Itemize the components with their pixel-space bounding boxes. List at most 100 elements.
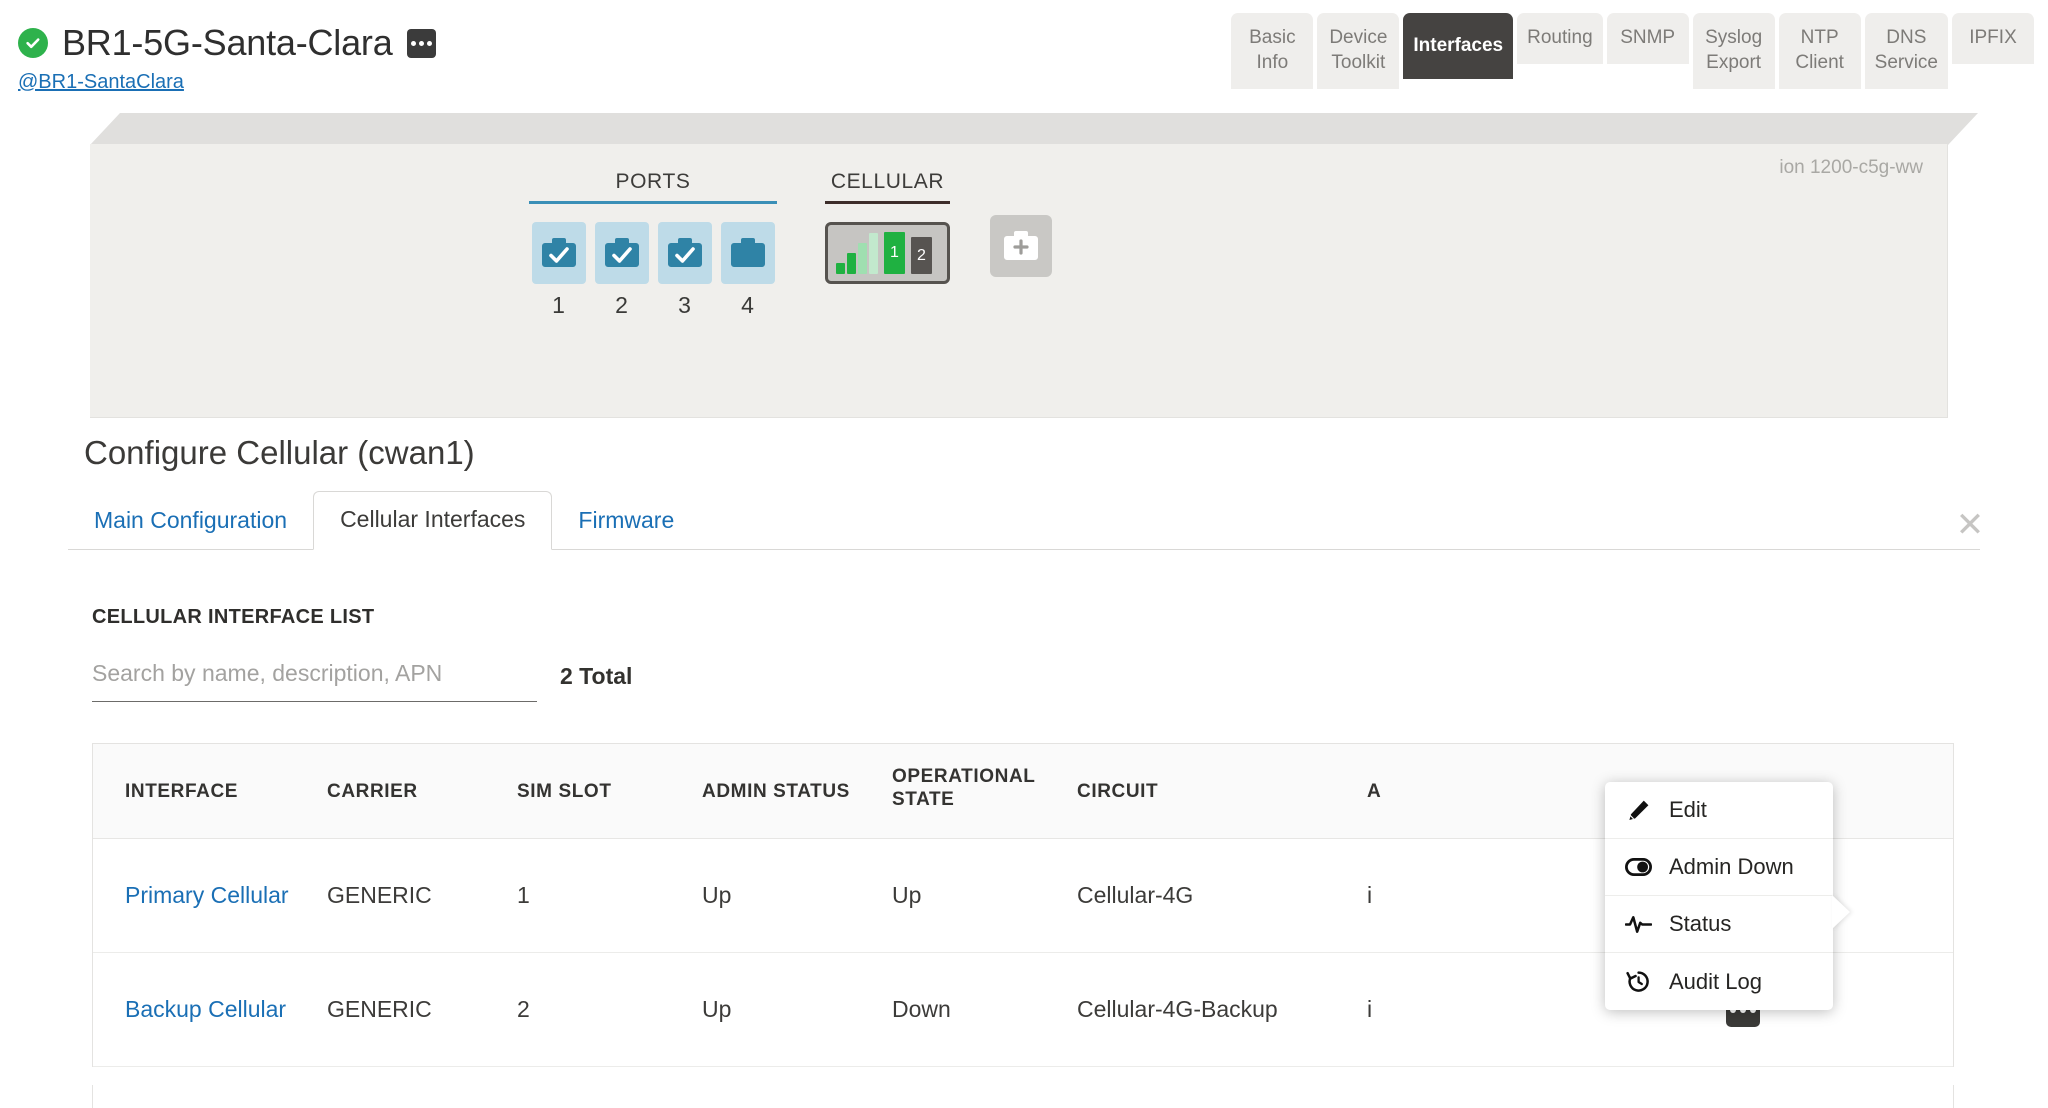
signal-bar-1: [836, 263, 845, 274]
port-number-3: 3: [678, 292, 691, 318]
cell-carrier: GENERIC: [327, 996, 432, 1022]
sim-slot-2-indicator[interactable]: 2: [911, 237, 932, 274]
tab-ipfix[interactable]: IPFIX: [1952, 13, 2034, 64]
cell-circuit: Cellular-4G-Backup: [1077, 996, 1278, 1022]
history-clock-icon: [1625, 968, 1652, 995]
chassis-top-face: [90, 113, 1978, 145]
row-context-menu: Edit Admin Down Status Audit Log: [1605, 782, 1850, 1010]
panel-title: Configure Cellular (cwan1): [84, 434, 475, 471]
port-1[interactable]: [531, 222, 586, 284]
total-count-label: 2 Total: [560, 663, 633, 689]
context-menu-item-label: Edit: [1669, 797, 1707, 822]
device-more-options-button[interactable]: [406, 28, 436, 58]
context-menu-item-admin-down[interactable]: Admin Down: [1605, 839, 1833, 896]
tab-main-configuration[interactable]: Main Configuration: [68, 492, 313, 549]
device-name: BR1-5G-Santa-Clara: [62, 22, 393, 63]
column-header-sim-slot[interactable]: SIM SLOT: [511, 780, 696, 803]
tab-device-toolkit[interactable]: Device Toolkit: [1317, 13, 1400, 89]
cell-interface[interactable]: Primary Cellular: [93, 882, 321, 909]
tab-cellular-interfaces[interactable]: Cellular Interfaces: [313, 491, 553, 550]
tab-snmp[interactable]: SNMP: [1606, 13, 1689, 64]
device-site-link[interactable]: @BR1-SantaClara: [18, 71, 436, 94]
add-module-button[interactable]: [990, 215, 1052, 277]
cell-admin-status: Up: [702, 882, 732, 908]
cellular-section-label: CELLULAR: [830, 170, 945, 193]
port-jack-checked-icon: [604, 238, 639, 267]
add-module-icon: [1004, 231, 1038, 260]
context-menu-item-label: Admin Down: [1669, 854, 1794, 879]
signal-bar-4: [869, 232, 878, 274]
context-menu-item-edit[interactable]: Edit: [1605, 782, 1833, 839]
cell-operational-state: Down: [892, 996, 951, 1022]
signal-strength-icon: [836, 232, 878, 274]
tab-dns-service[interactable]: DNS Service: [1864, 13, 1948, 89]
tab-interfaces[interactable]: Interfaces: [1403, 13, 1514, 79]
search-box: [92, 660, 537, 702]
context-menu-item-audit-log[interactable]: Audit Log: [1605, 953, 1833, 1010]
context-menu-pointer: [1832, 895, 1850, 929]
device-title-block: BR1-5G-Santa-Clara @BR1-SantaClara: [18, 22, 436, 94]
device-title-row: BR1-5G-Santa-Clara: [18, 22, 436, 64]
dot: [410, 40, 416, 46]
search-input[interactable]: [92, 660, 537, 702]
port-3[interactable]: [657, 222, 712, 284]
port-jack-icon: [730, 238, 765, 267]
context-menu-item-status[interactable]: Status: [1605, 896, 1833, 953]
cell-sim-slot: 2: [517, 996, 530, 1022]
cell-sim-slot: 1: [517, 882, 530, 908]
tab-basic-info[interactable]: Basic Info: [1231, 13, 1314, 89]
port-number-1: 1: [552, 292, 565, 318]
cellular-underline: [825, 201, 950, 204]
chassis-front-face: ion 1200-c5g-ww PORTS 1 2 3 4 CELLULAR 1…: [90, 144, 1948, 418]
column-header-apn[interactable]: A: [1361, 780, 1601, 803]
dot: [426, 40, 432, 46]
activity-pulse-icon: [1625, 911, 1652, 938]
port-jack-checked-icon: [667, 238, 702, 267]
tab-routing[interactable]: Routing: [1517, 13, 1603, 64]
port-2[interactable]: [594, 222, 649, 284]
port-number-4: 4: [741, 292, 754, 318]
signal-bar-3: [858, 242, 867, 274]
check-circle-icon: [18, 28, 48, 58]
tab-firmware[interactable]: Firmware: [552, 492, 700, 549]
cellular-module[interactable]: 1 2: [825, 222, 950, 284]
close-icon[interactable]: ✕: [1954, 508, 1986, 542]
cell-apn: i: [1367, 996, 1373, 1022]
column-header-circuit[interactable]: CIRCUIT: [1071, 780, 1361, 803]
port-4[interactable]: [720, 222, 775, 284]
pencil-icon: [1625, 797, 1652, 824]
ports-section-label: PORTS: [615, 170, 691, 193]
cellular-section: CELLULAR 1 2: [825, 170, 950, 284]
cell-interface[interactable]: Backup Cellular: [93, 996, 321, 1023]
port-jack-checked-icon: [541, 238, 576, 267]
column-header-operational-state[interactable]: OPERATIONAL STATE: [886, 744, 1071, 811]
toggle-icon: [1625, 854, 1652, 881]
panel-tab-row: Main Configuration Cellular Interfaces F…: [68, 491, 1980, 550]
tab-syslog-export[interactable]: Syslog Export: [1692, 13, 1775, 89]
column-header-carrier[interactable]: CARRIER: [321, 780, 511, 803]
cell-carrier: GENERIC: [327, 882, 432, 908]
top-nav-tabs: Basic Info Device Toolkit Interfaces Rou…: [1231, 13, 2034, 89]
page-header: BR1-5G-Santa-Clara @BR1-SantaClara Basic…: [0, 0, 2048, 112]
context-menu-item-label: Status: [1669, 911, 1732, 936]
cellular-interface-list-heading: CELLULAR INTERFACE LIST: [92, 606, 375, 628]
sim-slot-1-indicator[interactable]: 1: [884, 232, 905, 274]
device-chassis-diagram: ion 1200-c5g-ww PORTS 1 2 3 4 CELLULAR 1…: [90, 113, 1978, 418]
dot: [418, 40, 424, 46]
port-number-row: 1 2 3 4: [529, 292, 777, 319]
ports-section: PORTS 1 2 3 4: [529, 170, 777, 319]
signal-bar-2: [847, 253, 856, 274]
port-number-2: 2: [615, 292, 628, 318]
column-header-admin-status[interactable]: ADMIN STATUS: [696, 780, 886, 803]
cell-circuit: Cellular-4G: [1077, 882, 1194, 908]
context-menu-item-label: Audit Log: [1669, 968, 1762, 994]
cell-operational-state: Up: [892, 882, 922, 908]
ports-underline: [529, 201, 777, 204]
table-body-continuation: [92, 1085, 1954, 1108]
cell-apn: i: [1367, 882, 1373, 908]
cell-admin-status: Up: [702, 996, 732, 1022]
chassis-model-label: ion 1200-c5g-ww: [1779, 157, 1923, 178]
ports-row: [529, 222, 777, 284]
tab-ntp-client[interactable]: NTP Client: [1778, 13, 1861, 89]
column-header-interface[interactable]: INTERFACE: [93, 780, 321, 803]
